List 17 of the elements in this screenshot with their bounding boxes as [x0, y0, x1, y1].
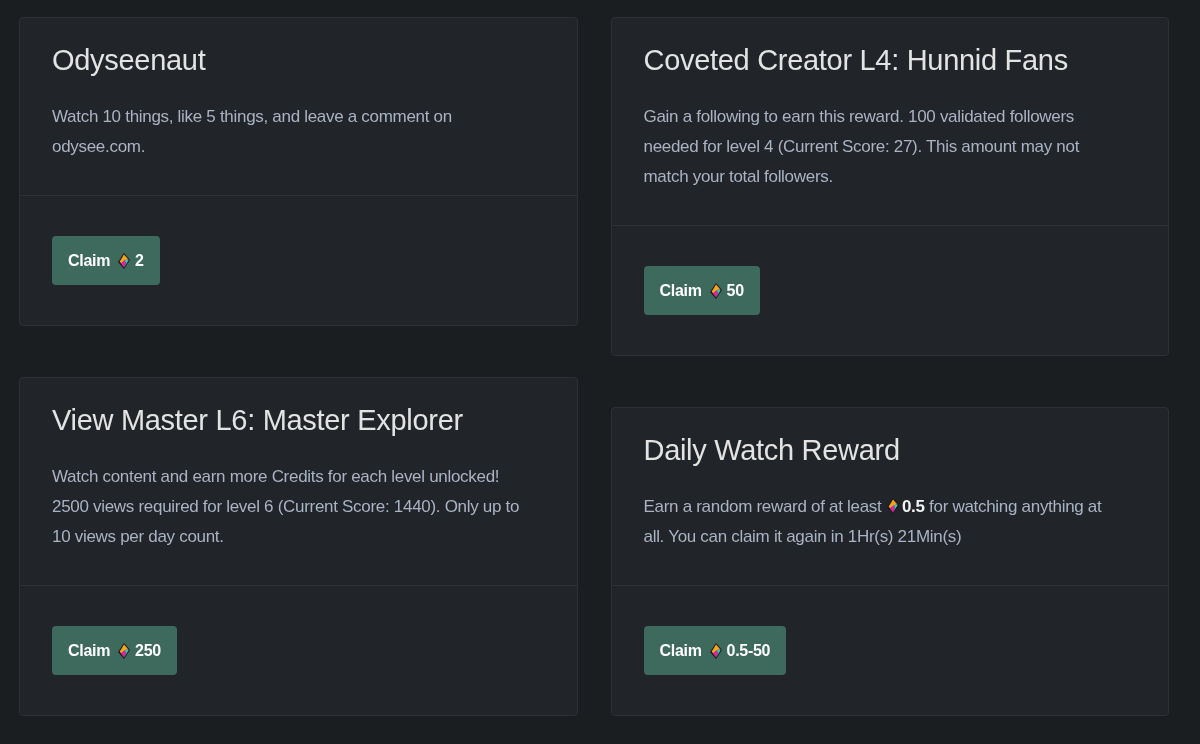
- credits-icon: [708, 281, 723, 300]
- card-description: Watch content and earn more Credits for each level unlocked! 2500 views required for level 6 (Current Score: 1440). Only up to 10 views per day count.: [52, 466, 521, 548]
- claim-button[interactable]: Claim 50: [643, 266, 760, 315]
- card-description: Gain a following to earn this reward. 100 validated followers needed for level 4 (Current Score: 27). This amount may not match your total followers.: [643, 106, 1081, 188]
- card-title: Coveted Creator L4: Hunnid Fans: [643, 43, 1069, 78]
- card-title: Odyseenaut: [52, 43, 207, 78]
- credits-icon: [117, 251, 132, 270]
- credits-icon: [708, 641, 723, 660]
- claim-button[interactable]: Claim 250: [52, 626, 177, 675]
- credits-icon: [117, 641, 132, 660]
- card-description: Watch 10 things, like 5 things, and leave a comment on odysee.com.: [52, 106, 453, 158]
- card-description: Earn a random reward of at least 0.5 for watching anything at all. You can claim it again in 1Hr(s) 21Min(s): [643, 496, 1103, 548]
- claim-button[interactable]: Claim 2: [52, 236, 160, 285]
- card-title: Daily Watch Reward: [643, 433, 901, 468]
- claim-button[interactable]: Claim 0.5-50: [643, 626, 787, 675]
- credits-icon: [885, 497, 900, 515]
- card-title: View Master L6: Master Explorer: [52, 403, 464, 438]
